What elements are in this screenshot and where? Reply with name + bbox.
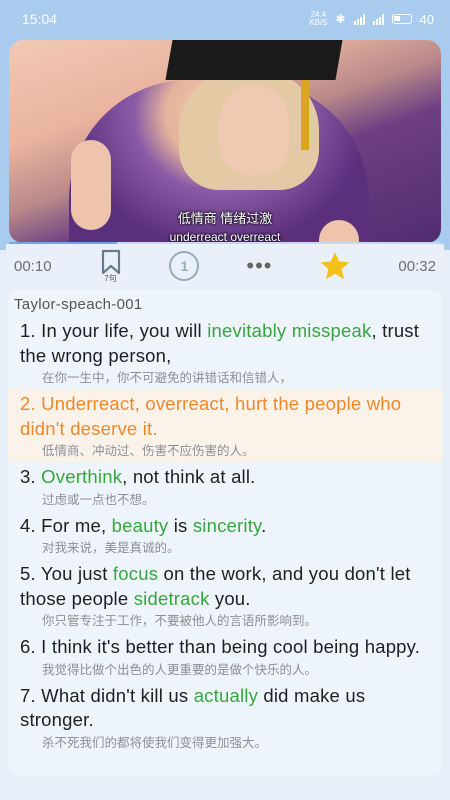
more-icon: ••• — [246, 253, 273, 278]
sentence-text: 3. — [20, 466, 42, 487]
sentence-translation: 对我来说，美是真诚的。 — [42, 541, 180, 555]
sentence-item[interactable]: 2. Underreact, overreact, hurt the peopl… — [8, 389, 442, 462]
sentence-translation: 你只管专注于工作，不要被他人的言语所影响到。 — [42, 614, 318, 628]
player-controls: 00:10 7句 1 ••• 00:32 — [6, 244, 444, 288]
sentence-translation: 低情商、冲动过、伤害不应伤害的人。 — [42, 444, 255, 458]
sentence-english: 6. I think it's better than being cool b… — [20, 635, 430, 660]
sentence-translation: 在你一生中，你不可避免的讲错话和信错人， — [42, 371, 293, 385]
video-player[interactable]: 低情商 情绪过激 underreact overreact — [9, 40, 441, 243]
keyword[interactable]: focus — [113, 563, 158, 584]
keyword[interactable]: sidetrack — [134, 588, 210, 609]
graduation-cap — [165, 40, 343, 80]
sentence-english: 5. You just focus on the work, and you d… — [20, 562, 430, 611]
bottom-bar — [0, 776, 450, 800]
sentence-text: 6. I think it's better than being cool b… — [20, 636, 421, 657]
sentence-english: 3. Overthink, not think at all. — [20, 465, 430, 490]
sentence-english: 7. What didn't kill us actually did make… — [20, 684, 430, 733]
sentence-text: 5. You just — [20, 563, 113, 584]
sentence-text: 4. For me, — [20, 514, 112, 536]
keyword[interactable]: misspeak — [292, 320, 372, 341]
keyword[interactable]: Overthink — [41, 466, 122, 487]
bookmark-icon — [101, 249, 120, 274]
sentence-english: 2. Underreact, overreact, hurt the peopl… — [20, 392, 430, 441]
bookmark-button[interactable]: 7句 — [99, 249, 123, 284]
sentence-english: 4. For me, beauty is sincerity. — [20, 514, 430, 539]
sentence-text: 2. Underreact, overreact, hurt the peopl… — [20, 393, 402, 439]
battery-icon — [391, 14, 412, 24]
keyword[interactable]: actually — [194, 685, 258, 706]
status-indicators: 24.4 KB/S ✱ 40 — [309, 11, 434, 27]
star-icon — [320, 252, 350, 280]
sentence-text: you. — [209, 587, 251, 609]
sentence-text: 1. In your life, you will — [20, 320, 208, 341]
sentence-item[interactable]: 4. For me, beauty is sincerity. 对我来说，美是真诚… — [8, 511, 442, 560]
sentence-item[interactable]: 5. You just focus on the work, and you d… — [8, 559, 442, 632]
sentence-translation: 过虑或一点也不想。 — [42, 492, 155, 507]
status-time: 15:04 — [22, 11, 58, 27]
favorite-button[interactable] — [319, 251, 351, 281]
more-button[interactable]: ••• — [246, 255, 272, 277]
replay-once-icon: 1 — [169, 251, 200, 281]
keyword[interactable]: beauty — [112, 515, 169, 536]
bluetooth-icon: ✱ — [335, 12, 346, 26]
replay-count: 1 — [180, 258, 189, 274]
sentence-item[interactable]: 1. In your life, you will inevitably mis… — [8, 316, 442, 389]
current-time: 00:10 — [14, 257, 52, 275]
sentence-item[interactable]: 6. I think it's better than being cool b… — [8, 632, 442, 681]
sentence-text: is — [168, 514, 193, 536]
sentence-panel: Taylor-speach-001 1. In your life, you w… — [8, 290, 442, 776]
bookmark-count: 7句 — [104, 273, 117, 283]
lesson-title: Taylor-speach-001 — [14, 296, 143, 313]
replay-button[interactable]: 1 — [169, 251, 200, 281]
sentence-translation: 我觉得比做个出色的人更重要的是做个快乐的人。 — [42, 662, 318, 677]
keyword[interactable]: inevitably — [207, 320, 286, 341]
sentence-list: 1. In your life, you will inevitably mis… — [8, 316, 442, 754]
video-subtitle-zh: 低情商 情绪过激 — [177, 211, 273, 226]
status-bar: 15:04 24.4 KB/S ✱ 40 — [0, 0, 450, 38]
sentence-item[interactable]: 3. Overthink, not think at all. 过虑或一点也不想。 — [8, 462, 442, 511]
sentence-item[interactable]: 7. What didn't kill us actually did make… — [8, 681, 442, 754]
total-time: 00:32 — [398, 257, 436, 275]
battery-level: 40 — [419, 11, 434, 27]
network-speed: 24.4 KB/S — [309, 11, 327, 27]
signal-icon-2 — [372, 13, 384, 25]
cap-tassel — [301, 80, 309, 150]
network-speed-unit: KB/S — [309, 18, 328, 27]
sentence-english: 1. In your life, you will inevitably mis… — [20, 319, 430, 368]
keyword[interactable]: sincerity — [193, 515, 261, 536]
sentence-text: 7. What didn't kill us — [20, 684, 194, 706]
speaker-face — [219, 85, 289, 175]
signal-icon — [353, 13, 365, 25]
sentence-text: , not think at all. — [122, 466, 256, 487]
sentence-text: . — [261, 514, 267, 536]
sentence-translation: 杀不死我们的都将使我们变得更加强大。 — [42, 735, 268, 750]
